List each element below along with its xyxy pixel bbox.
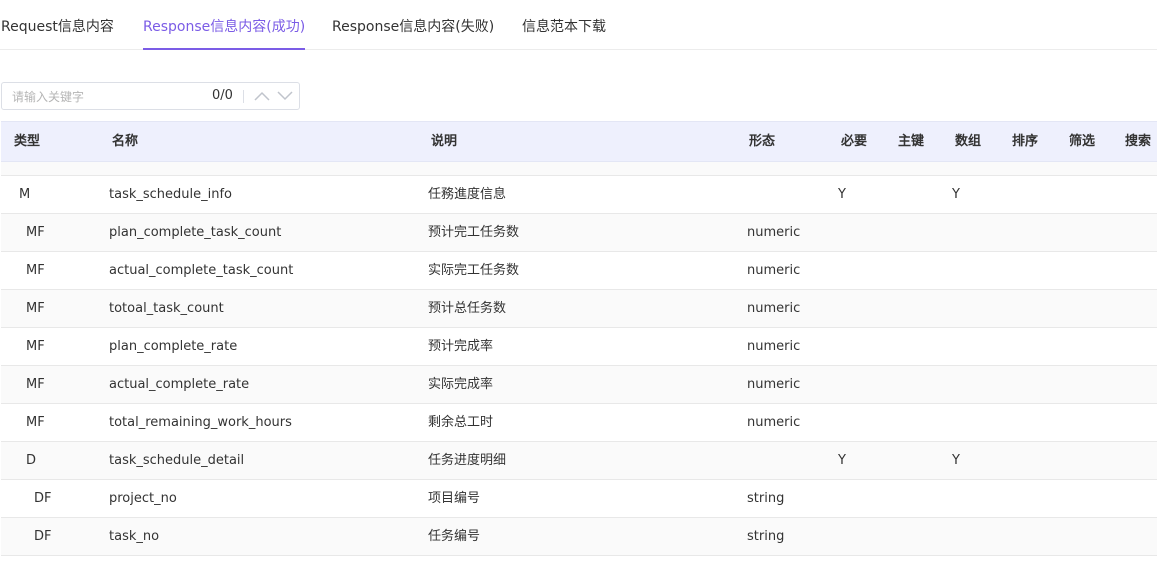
cell-type: MF (26, 263, 45, 278)
divider (243, 90, 244, 103)
column-header-form: 形态 (749, 134, 776, 149)
cell-type: DF (34, 491, 52, 506)
cell-form: string (747, 529, 785, 544)
cell-type: MF (26, 301, 45, 316)
cell-array: Y (952, 187, 960, 202)
table-header: 类型 名称 说明 形态 必要 主键 数组 排序 筛选 搜索 (1, 121, 1157, 162)
field-table: 类型 名称 说明 形态 必要 主键 数组 排序 筛选 搜索 Mtask_sche… (1, 121, 1157, 556)
cell-required: Y (838, 453, 846, 468)
cell-description: 任务编号 (428, 529, 481, 544)
column-header-required: 必要 (841, 134, 868, 149)
cell-name: actual_complete_rate (109, 377, 250, 392)
tab-response-success[interactable]: Response信息内容(成功) (143, 0, 306, 50)
cell-name: project_no (109, 491, 177, 506)
column-header-array: 数组 (955, 134, 982, 149)
cell-description: 任務進度信息 (428, 187, 507, 202)
tab-bar: Request信息内容 Response信息内容(成功) Response信息内… (0, 0, 1157, 50)
cell-type: D (26, 453, 37, 468)
page: Request信息内容 Response信息内容(成功) Response信息内… (0, 0, 1157, 576)
cell-required: Y (838, 187, 846, 202)
table-row: DF task_no 任务编号 string (1, 518, 1157, 556)
tab-request[interactable]: Request信息内容 (1, 0, 114, 50)
cell-form: numeric (747, 339, 801, 354)
cell-description: 任务进度明细 (428, 453, 507, 468)
table-row: MF plan_complete_rate 预计完成率 numeric (1, 328, 1157, 366)
cell-description: 实际完成率 (428, 377, 494, 392)
table-row: MF actual_complete_rate 实际完成率 numeric (1, 366, 1157, 404)
search-match-count: 0/0 (212, 88, 233, 103)
cell-type: MF (26, 415, 45, 430)
cell-description: 预计完工任务数 (428, 225, 520, 240)
cell-name: task_no (109, 529, 160, 544)
cell-form: numeric (747, 377, 801, 392)
cell-description: 实际完工任务数 (428, 263, 520, 278)
cell-name: actual_complete_task_count (109, 263, 294, 278)
tab-response-failure[interactable]: Response信息内容(失败) (332, 0, 494, 50)
cell-name: task_schedule_info (109, 187, 233, 202)
column-header-name: 名称 (112, 134, 139, 149)
cell-form: numeric (747, 415, 801, 430)
table-row: MF totoal_task_count 预计总任务数 numeric (1, 290, 1157, 328)
cell-description: 剩余总工时 (428, 415, 494, 430)
cell-type: MF (26, 225, 45, 240)
table-row: Mtask_schedule_info 任務進度信息 Y Y (1, 176, 1157, 214)
tab-sample-download[interactable]: 信息范本下载 (522, 0, 606, 50)
table-row: MF total_remaining_work_hours 剩余总工时 numeric (1, 404, 1157, 442)
table-row: MF actual_complete_task_count 实际完工任务数 numer… (1, 252, 1157, 290)
cell-name: plan_complete_rate (109, 339, 238, 354)
cell-name: plan_complete_task_count (109, 225, 282, 240)
cell-form: numeric (747, 301, 801, 316)
cell-type: MF (26, 339, 45, 354)
table-row: Dtask_schedule_detail 任务进度明细 Y Y (1, 442, 1157, 480)
cell-name: total_remaining_work_hours (109, 415, 292, 430)
cell-type: M (19, 187, 31, 202)
cell-type: MF (26, 377, 45, 392)
cell-form: numeric (747, 225, 801, 240)
column-header-primary: 主键 (898, 134, 925, 149)
table-row: MF plan_complete_task_count 预计完工任务数 numeric (1, 214, 1157, 252)
cell-description: 预计总任务数 (428, 301, 507, 316)
table-body: Mtask_schedule_info 任務進度信息 Y Y MF plan_comple… (1, 176, 1157, 556)
chevron-down-icon[interactable] (276, 88, 294, 104)
cell-name: totoal_task_count (109, 301, 224, 316)
column-header-desc: 说明 (431, 134, 458, 149)
cell-description: 预计完成率 (428, 339, 494, 354)
search-box: 0/0 (1, 82, 300, 110)
cell-form: numeric (747, 263, 801, 278)
column-header-search: 搜索 (1125, 134, 1152, 149)
cell-form: string (747, 491, 785, 506)
cell-array: Y (952, 453, 960, 468)
cell-type: DF (34, 529, 52, 544)
chevron-up-icon[interactable] (253, 88, 271, 104)
search-input[interactable] (12, 87, 192, 107)
cell-description: 项目编号 (428, 491, 481, 506)
column-header-type: 类型 (14, 134, 41, 149)
column-header-sort: 排序 (1012, 134, 1039, 149)
table-row-partial (1, 162, 1157, 176)
table-row: DF project_no 项目编号 string (1, 480, 1157, 518)
column-header-filter: 筛选 (1069, 134, 1096, 149)
cell-name: task_schedule_detail (109, 453, 245, 468)
